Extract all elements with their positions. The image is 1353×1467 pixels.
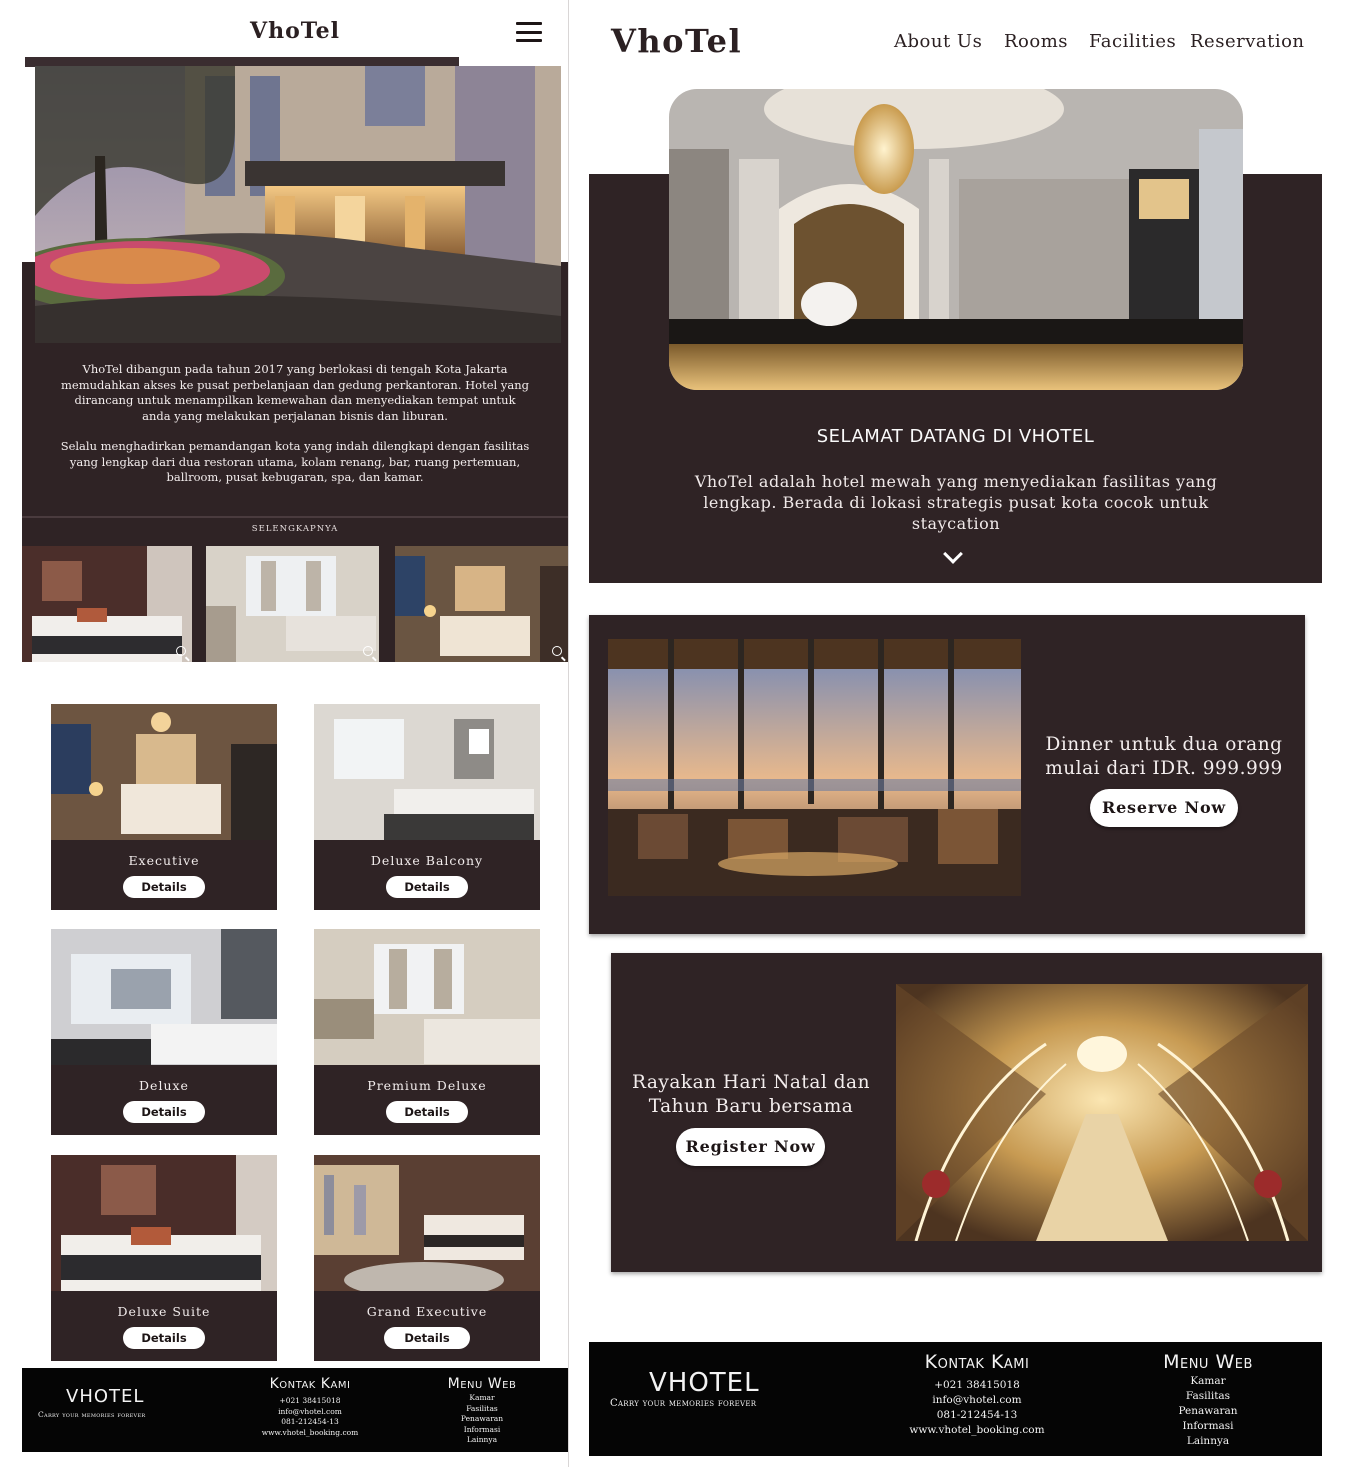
promo-dinner-text: Dinner untuk dua orang mulai dari IDR. 9… bbox=[1045, 734, 1283, 779]
zoom-icon[interactable] bbox=[363, 646, 373, 656]
room-card-premium-deluxe: Premium Deluxe Details bbox=[314, 929, 540, 1135]
view-divider bbox=[568, 0, 569, 1467]
contact-mobile[interactable]: 081-212454-13 bbox=[250, 1417, 370, 1428]
menu-title: Menu Web bbox=[447, 1376, 517, 1392]
promo-christmas-card: Rayakan Hari Natal dan Tahun Baru bersam… bbox=[611, 953, 1322, 1272]
contact-email[interactable]: info@vhotel.com bbox=[250, 1407, 370, 1418]
register-now-button[interactable]: Register Now bbox=[676, 1128, 825, 1166]
footer-logo[interactable]: VHOTEL bbox=[649, 1368, 760, 1398]
restaurant-image bbox=[608, 639, 1021, 896]
see-more-link[interactable]: SELENGKAPNYA bbox=[22, 524, 568, 534]
details-button[interactable]: Details bbox=[384, 1327, 470, 1349]
footer-menu: Kamar Fasilitas Penawaran Informasi Lain… bbox=[1158, 1374, 1258, 1449]
room-name: Deluxe Suite bbox=[117, 1304, 211, 1319]
contact-title: Kontak Kami bbox=[269, 1376, 351, 1392]
promo-dinner-card: Dinner untuk dua orang mulai dari IDR. 9… bbox=[589, 615, 1305, 934]
details-button[interactable]: Details bbox=[123, 1101, 205, 1123]
about-separator bbox=[22, 516, 568, 518]
menu-item-lainnya[interactable]: Lainnya bbox=[432, 1435, 532, 1446]
gallery-thumb-2[interactable] bbox=[206, 546, 379, 662]
nav-about-us[interactable]: About Us bbox=[894, 31, 982, 52]
nav-reservation[interactable]: Reservation bbox=[1190, 31, 1305, 52]
contact-email[interactable]: info@vhotel.com bbox=[895, 1393, 1059, 1408]
desktop-footer: VHOTEL Carry your memories forever Konta… bbox=[589, 1342, 1322, 1456]
menu-item-fasilitas[interactable]: Fasilitas bbox=[1158, 1389, 1258, 1404]
contact-website[interactable]: www.vhotel_booking.com bbox=[895, 1423, 1059, 1438]
about-paragraph-2: Selalu menghadirkan pemandangan kota yan… bbox=[60, 439, 530, 484]
desktop-logo[interactable]: VhoTel bbox=[611, 22, 742, 60]
room-name: Deluxe bbox=[139, 1078, 189, 1093]
mobile-footer: VHOTEL Carry your memories forever Konta… bbox=[22, 1368, 568, 1452]
menu-item-kamar[interactable]: Kamar bbox=[432, 1393, 532, 1404]
gallery-thumb-1[interactable] bbox=[22, 546, 192, 662]
room-name: Premium Deluxe bbox=[367, 1078, 487, 1093]
room-card-grand-executive: Grand Executive Details bbox=[314, 1155, 540, 1361]
menu-item-lainnya[interactable]: Lainnya bbox=[1158, 1434, 1258, 1449]
contact-phone[interactable]: +021 38415018 bbox=[250, 1396, 370, 1407]
contact-list: +021 38415018 info@vhotel.com 081-212454… bbox=[895, 1378, 1059, 1438]
hotel-lobby-image bbox=[669, 89, 1243, 390]
room-card-deluxe: Deluxe Details bbox=[51, 929, 277, 1135]
contact-phone[interactable]: +021 38415018 bbox=[895, 1378, 1059, 1393]
room-name: Grand Executive bbox=[366, 1304, 488, 1319]
room-name: Deluxe Balcony bbox=[370, 853, 484, 868]
menu-item-fasilitas[interactable]: Fasilitas bbox=[432, 1404, 532, 1415]
details-button[interactable]: Details bbox=[386, 876, 468, 898]
room-card-deluxe-balcony: Deluxe Balcony Details bbox=[314, 704, 540, 910]
welcome-text: VhoTel adalah hotel mewah yang menyediak… bbox=[694, 472, 1218, 533]
nav-facilities[interactable]: Facilities bbox=[1089, 31, 1176, 52]
room-image bbox=[51, 1155, 277, 1291]
mobile-logo[interactable]: VhoTel bbox=[250, 18, 340, 44]
room-image bbox=[314, 929, 540, 1065]
menu-title: Menu Web bbox=[1163, 1351, 1253, 1373]
nav-rooms[interactable]: Rooms bbox=[1004, 31, 1068, 52]
menu-item-informasi[interactable]: Informasi bbox=[1158, 1419, 1258, 1434]
contact-website[interactable]: www.vhotel_booking.com bbox=[250, 1428, 370, 1439]
contact-mobile[interactable]: 081-212454-13 bbox=[895, 1408, 1059, 1423]
about-paragraph-1: VhoTel dibangun pada tahun 2017 yang ber… bbox=[61, 362, 529, 423]
christmas-hall-image bbox=[896, 984, 1308, 1241]
details-button[interactable]: Details bbox=[123, 1327, 205, 1349]
footer-tagline: Carry your memories forever bbox=[38, 1410, 146, 1419]
welcome-title: SELAMAT DATANG DI VHOTEL bbox=[816, 426, 1095, 447]
room-card-deluxe-suite: Deluxe Suite Details bbox=[51, 1155, 277, 1361]
contact-title: Kontak Kami bbox=[924, 1351, 1030, 1373]
hotel-entrance-image bbox=[35, 66, 561, 343]
room-name: Executive bbox=[128, 853, 200, 868]
details-button[interactable]: Details bbox=[123, 876, 205, 898]
menu-item-informasi[interactable]: Informasi bbox=[432, 1425, 532, 1436]
hamburger-menu-icon[interactable] bbox=[516, 22, 542, 42]
room-image bbox=[51, 704, 277, 840]
footer-tagline: Carry your memories forever bbox=[610, 1398, 757, 1409]
room-image bbox=[314, 1155, 540, 1291]
zoom-icon[interactable] bbox=[552, 646, 562, 656]
footer-menu: Kamar Fasilitas Penawaran Informasi Lain… bbox=[432, 1393, 532, 1446]
gallery-thumb-3[interactable] bbox=[395, 546, 568, 662]
room-card-executive: Executive Details bbox=[51, 704, 277, 910]
reserve-now-button[interactable]: Reserve Now bbox=[1090, 789, 1238, 827]
menu-item-penawaran[interactable]: Penawaran bbox=[1158, 1404, 1258, 1419]
room-image bbox=[314, 704, 540, 840]
contact-list: +021 38415018 info@vhotel.com 081-212454… bbox=[250, 1396, 370, 1438]
details-button[interactable]: Details bbox=[386, 1101, 468, 1123]
promo-christmas-text: Rayakan Hari Natal dan Tahun Baru bersam… bbox=[632, 1072, 870, 1117]
zoom-icon[interactable] bbox=[176, 646, 186, 656]
menu-item-kamar[interactable]: Kamar bbox=[1158, 1374, 1258, 1389]
footer-logo[interactable]: VHOTEL bbox=[66, 1386, 144, 1407]
mobile-about-text: VhoTel dibangun pada tahun 2017 yang ber… bbox=[22, 362, 568, 514]
menu-item-penawaran[interactable]: Penawaran bbox=[432, 1414, 532, 1425]
room-image bbox=[51, 929, 277, 1065]
